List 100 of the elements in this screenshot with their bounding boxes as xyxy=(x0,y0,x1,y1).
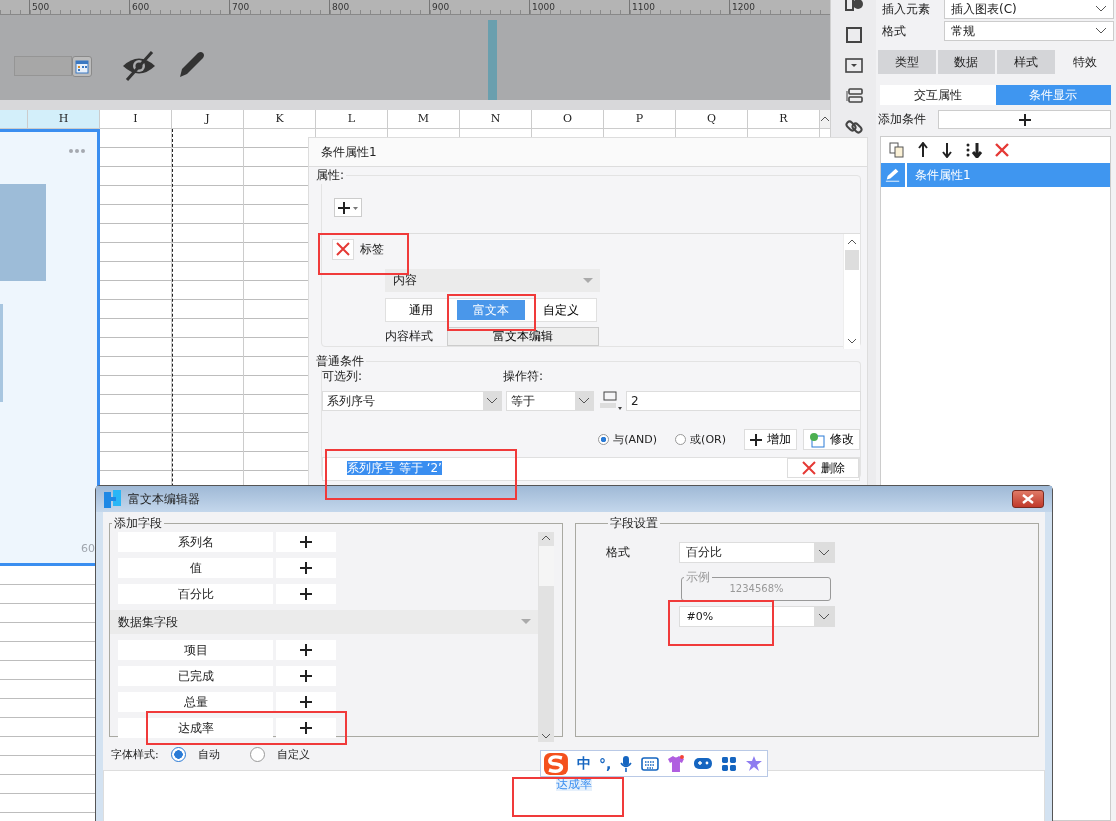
close-icon xyxy=(1022,494,1034,504)
operator-select[interactable]: 等于 xyxy=(506,391,594,411)
dropdown-arrow-icon xyxy=(520,618,533,626)
field-label: 内容样式 xyxy=(385,327,434,345)
panel-tab[interactable]: 样式 xyxy=(997,50,1055,74)
chevron-down-icon xyxy=(818,548,831,557)
column-header[interactable]: O xyxy=(532,110,604,128)
chevron-down-icon xyxy=(1095,5,1107,13)
text-type-icon[interactable] xyxy=(598,391,622,411)
add-field-button[interactable] xyxy=(276,692,336,712)
field-name: 总量 xyxy=(118,692,273,712)
chevron-down-icon xyxy=(578,397,590,405)
format-select[interactable]: 百分比 xyxy=(679,542,836,563)
ime-logo-icon[interactable] xyxy=(543,751,569,776)
panel-title: 条件属性1 xyxy=(309,138,867,167)
frame-icon[interactable] xyxy=(844,26,863,44)
link-icon[interactable] xyxy=(844,118,863,136)
font-style-radio[interactable]: 自动 xyxy=(170,747,220,762)
ime-mode-button[interactable]: °, xyxy=(598,755,612,772)
field-label: 操作符: xyxy=(503,368,544,385)
column-header[interactable]: M xyxy=(388,110,460,128)
field-label: 格式 xyxy=(882,22,907,40)
column-header[interactable]: Q xyxy=(676,110,748,128)
close-icon xyxy=(336,242,350,256)
list-icon[interactable] xyxy=(844,88,863,104)
field-name: 达成率 xyxy=(118,718,273,738)
dropdown-arrow-icon xyxy=(582,276,594,285)
field-label: 插入元素 xyxy=(882,0,931,18)
group-label: 字段设置 xyxy=(609,515,660,532)
pattern-select[interactable]: #0% xyxy=(679,606,836,627)
scroll-down-icon[interactable] xyxy=(847,337,857,345)
ruler-number: 1200 xyxy=(729,0,829,14)
rich-text-edit-button[interactable]: 富文本编辑 xyxy=(447,326,599,346)
add-field-button[interactable] xyxy=(276,584,336,604)
close-icon xyxy=(801,461,816,475)
scroll-down-icon[interactable] xyxy=(541,732,552,740)
ime-mode-button[interactable]: 中 xyxy=(576,754,591,773)
field-name: 已完成 xyxy=(118,666,273,686)
column-header[interactable]: P xyxy=(604,110,676,128)
content-select[interactable]: 内容 xyxy=(385,269,600,292)
shirt-icon[interactable] xyxy=(667,754,686,773)
hidden-eye-icon[interactable] xyxy=(121,51,157,81)
chevron-down-icon xyxy=(1095,27,1107,35)
field-name: 系列名 xyxy=(118,532,273,552)
close-button[interactable] xyxy=(1012,490,1044,508)
scroll-up-icon[interactable] xyxy=(820,115,830,123)
column-header[interactable]: H xyxy=(28,110,100,128)
plus-icon xyxy=(750,433,762,446)
remove-button[interactable] xyxy=(332,238,354,260)
arrow-up-icon[interactable] xyxy=(917,142,929,158)
delete-icon[interactable] xyxy=(995,143,1009,157)
scrollbar-thumb[interactable] xyxy=(845,250,859,270)
star-icon[interactable] xyxy=(745,754,763,773)
gamepad-icon[interactable] xyxy=(693,756,714,771)
plus-icon xyxy=(1018,113,1031,126)
logic-radio[interactable]: 与(AND) xyxy=(598,432,658,447)
add-field-button[interactable] xyxy=(276,666,336,686)
logic-radio[interactable]: 或(OR) xyxy=(675,432,726,447)
app-logo-icon xyxy=(104,490,122,508)
scroll-up-icon[interactable] xyxy=(541,534,552,542)
group-label: 普通条件 xyxy=(315,353,365,370)
edit-rule-button[interactable]: 修改 xyxy=(803,429,860,450)
move-to-bottom-icon[interactable] xyxy=(965,142,983,158)
scroll-up-icon[interactable] xyxy=(847,238,857,246)
font-style-radio[interactable]: 自定义 xyxy=(249,747,310,762)
field-name: 百分比 xyxy=(118,584,273,604)
format-select[interactable]: 常规 xyxy=(944,21,1114,41)
dialog-title: 富文本编辑器 xyxy=(128,490,201,508)
column-header[interactable]: N xyxy=(460,110,532,128)
column-header[interactable]: L xyxy=(316,110,388,128)
ruler-number: 700 xyxy=(229,0,329,14)
microphone-icon[interactable] xyxy=(619,754,634,773)
panel-tab[interactable]: 数据 xyxy=(937,50,995,74)
add-rule-button[interactable]: 增加 xyxy=(744,429,797,450)
copy-icon[interactable] xyxy=(889,142,905,158)
example-value: 1234568% xyxy=(728,583,785,594)
add-field-button[interactable] xyxy=(276,532,336,552)
add-field-button[interactable] xyxy=(276,718,336,738)
date-field[interactable] xyxy=(14,56,72,76)
panel-tab[interactable]: 类型 xyxy=(878,50,936,74)
delete-rule-button[interactable]: 删除 xyxy=(787,458,859,478)
field-group-header[interactable]: 数据集字段 xyxy=(110,610,539,634)
column-select[interactable]: 系列序号 xyxy=(322,391,502,411)
apps-grid-icon[interactable] xyxy=(721,755,738,772)
calendar-button[interactable] xyxy=(72,56,92,77)
column-header[interactable]: K xyxy=(244,110,316,128)
plus-icon xyxy=(300,536,312,548)
arrow-down-icon[interactable] xyxy=(941,142,953,158)
add-field-button[interactable] xyxy=(276,640,336,660)
column-header[interactable]: I xyxy=(100,110,172,128)
column-header[interactable]: J xyxy=(172,110,244,128)
keyboard-icon[interactable] xyxy=(641,756,660,771)
calendar-icon xyxy=(75,59,89,74)
dropdown-box-icon[interactable] xyxy=(844,58,863,74)
sub-tab[interactable]: 交互属性 xyxy=(880,85,996,105)
value-field[interactable]: 2 xyxy=(626,391,861,411)
add-property-button[interactable] xyxy=(334,198,362,217)
plus-icon xyxy=(300,562,312,574)
insert-select[interactable]: 插入图表(C) xyxy=(944,0,1114,19)
add-field-button[interactable] xyxy=(276,558,336,578)
